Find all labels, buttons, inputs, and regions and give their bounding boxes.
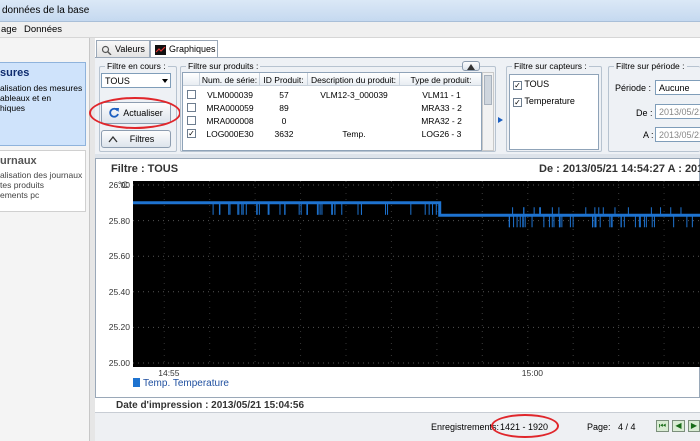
sidebar-section-title: sures: [0, 67, 30, 79]
temperature-chart: [133, 181, 700, 367]
print-date: Date d'impression : 2013/05/21 15:04:56: [116, 400, 305, 411]
period-select[interactable]: Aucune: [655, 80, 700, 95]
period-to-input[interactable]: 2013/05/21: [655, 127, 700, 142]
tab-label: Graphiques: [169, 44, 216, 54]
table-cell-id: 0: [281, 116, 287, 126]
chart-legend: Temp. Temperature: [133, 378, 229, 389]
x-tick-label: 15:00: [521, 368, 544, 378]
current-filter-select[interactable]: TOUS: [101, 73, 171, 88]
highlight-oval: [89, 97, 181, 129]
checkbox-icon[interactable]: [187, 103, 196, 112]
x-tick-label: 14:55: [158, 368, 180, 378]
table-cell-type: LOG26 - 3: [421, 129, 462, 139]
chart-filter-text: Filtre : TOUS: [111, 163, 179, 175]
window-title: données de la base: [2, 5, 90, 16]
table-cell-serial: MRA000059: [206, 103, 254, 113]
period-type-label: Période :: [615, 83, 652, 93]
y-tick-label: 25.20: [108, 322, 130, 333]
first-page-button[interactable]: ⏮: [656, 420, 669, 432]
product-table: Num. de série: ID Produit: Description d…: [182, 72, 482, 151]
y-tick-label: 26.00: [108, 180, 130, 190]
period-filter-label: Filtre sur période :: [614, 61, 687, 71]
chart-panel: Filtre : TOUS De : 2013/05/21 14:54:27 A…: [95, 158, 700, 411]
highlight-oval: [491, 414, 559, 438]
table-cell-id: 3632: [274, 129, 294, 139]
checkbox-checked-icon[interactable]: ✓: [513, 98, 522, 107]
collapse-button[interactable]: [462, 61, 480, 71]
table-cell-type: MRA32 - 2: [421, 116, 462, 126]
sidebar-section-title: urnaux: [0, 155, 37, 167]
tab-label: Valeurs: [115, 44, 145, 54]
sensor-list: ✓ TOUS ✓ Temperature: [509, 74, 599, 150]
arrow-left-icon: ◀: [675, 421, 682, 430]
checkbox-icon[interactable]: [187, 116, 196, 125]
sidebar: sures alisation des mesures ableaux et e…: [0, 38, 90, 441]
scrollbar-thumb[interactable]: [484, 75, 492, 105]
table-row[interactable]: ✓ LOG000E30 3632 Temp. LOG26 - 3: [183, 127, 481, 140]
menu-item-affichage[interactable]: age: [1, 24, 17, 35]
filter-panel: Filtre en cours : TOUS Actualiser Filtre…: [89, 57, 700, 154]
table-cell-serial: LOG000E30: [206, 129, 254, 139]
product-filter-label: Filtre sur produits :: [186, 61, 261, 71]
checkbox-checked-icon[interactable]: ✓: [513, 81, 522, 90]
table-header-check: [183, 73, 200, 86]
chevron-up-icon: [108, 136, 118, 143]
chevron-down-icon: [162, 79, 168, 83]
page-label: Page:: [587, 422, 611, 432]
tab-valeurs[interactable]: Valeurs: [96, 40, 150, 58]
y-tick-label: 25.40: [108, 286, 130, 297]
table-header[interactable]: Num. de série:: [200, 73, 260, 86]
menu-item-donnees[interactable]: Données: [24, 24, 62, 35]
table-cell-type: VLM11 - 1: [422, 90, 461, 100]
chart-period-text: De : 2013/05/21 14:54:27 A : 2013/: [539, 163, 700, 175]
y-tick-label: 25.00: [108, 358, 130, 368]
sidebar-section-journaux[interactable]: urnaux alisation des journaux tes produi…: [0, 150, 86, 212]
table-header[interactable]: Description du produit:: [308, 73, 400, 86]
table-cell-id: 89: [279, 103, 289, 113]
table-cell-serial: MRA000008: [206, 116, 254, 126]
status-bar: Enregistrements: 1421 - 1920 Page: 4 / 4…: [95, 412, 700, 441]
table-cell-desc: VLM12-3_000039: [320, 90, 388, 100]
page-value: 4 / 4: [618, 422, 636, 432]
chart-icon: [155, 45, 166, 55]
sidebar-section-mesures[interactable]: sures alisation des mesures ableaux et e…: [0, 62, 86, 146]
table-header[interactable]: ID Produit:: [260, 73, 308, 86]
sensor-item-tous[interactable]: ✓ TOUS: [513, 79, 549, 90]
triangle-right-icon: [498, 117, 503, 123]
table-cell-desc: Temp.: [342, 129, 366, 139]
first-page-icon: ⏮: [658, 421, 667, 430]
triangle-up-icon: [467, 64, 475, 70]
arrow-right-icon: ▶: [690, 421, 698, 430]
title-bar: données de la base: [0, 0, 700, 22]
current-filter-label: Filtre en cours :: [105, 61, 168, 71]
table-row[interactable]: MRA000008 0 MRA32 - 2: [183, 114, 481, 127]
table-row[interactable]: VLM000039 57 VLM12-3_000039 VLM11 - 1: [183, 88, 481, 101]
table-cell-id: 57: [279, 90, 289, 100]
period-from-label: De :: [636, 108, 653, 118]
plot-area[interactable]: [133, 181, 700, 367]
table-scrollbar[interactable]: [482, 72, 494, 151]
legend-swatch: [133, 378, 140, 387]
prev-page-button[interactable]: ◀: [672, 420, 685, 432]
y-tick-label: 25.60: [108, 251, 130, 262]
period-to-label: A :: [643, 130, 654, 140]
sensor-item-temperature[interactable]: ✓ Temperature: [513, 96, 575, 107]
sidebar-section-desc: alisation des mesures ableaux et en hiqu…: [0, 83, 83, 113]
period-from-input[interactable]: 2013/05/21: [655, 104, 700, 119]
records-label: Enregistrements:: [431, 422, 500, 432]
table-cell-serial: VLM000039: [207, 90, 253, 100]
checkbox-checked-icon[interactable]: ✓: [187, 129, 196, 138]
table-row[interactable]: MRA000059 89 MRA33 - 2: [183, 101, 481, 114]
legend-label: Temp. Temperature: [143, 378, 229, 389]
y-tick-label: 25.80: [108, 215, 130, 226]
table-header[interactable]: Type de produit:: [400, 73, 481, 86]
sidebar-section-desc: alisation des journaux tes produits emen…: [0, 170, 83, 200]
menu-bar: age Données: [0, 22, 700, 38]
next-page-button[interactable]: ▶: [688, 420, 700, 432]
sensor-filter-label: Filtre sur capteurs :: [512, 61, 589, 71]
table-cell-type: MRA33 - 2: [421, 103, 462, 113]
magnifier-icon: [101, 45, 112, 55]
checkbox-icon[interactable]: [187, 90, 196, 99]
filters-button[interactable]: Filtres: [101, 130, 171, 148]
